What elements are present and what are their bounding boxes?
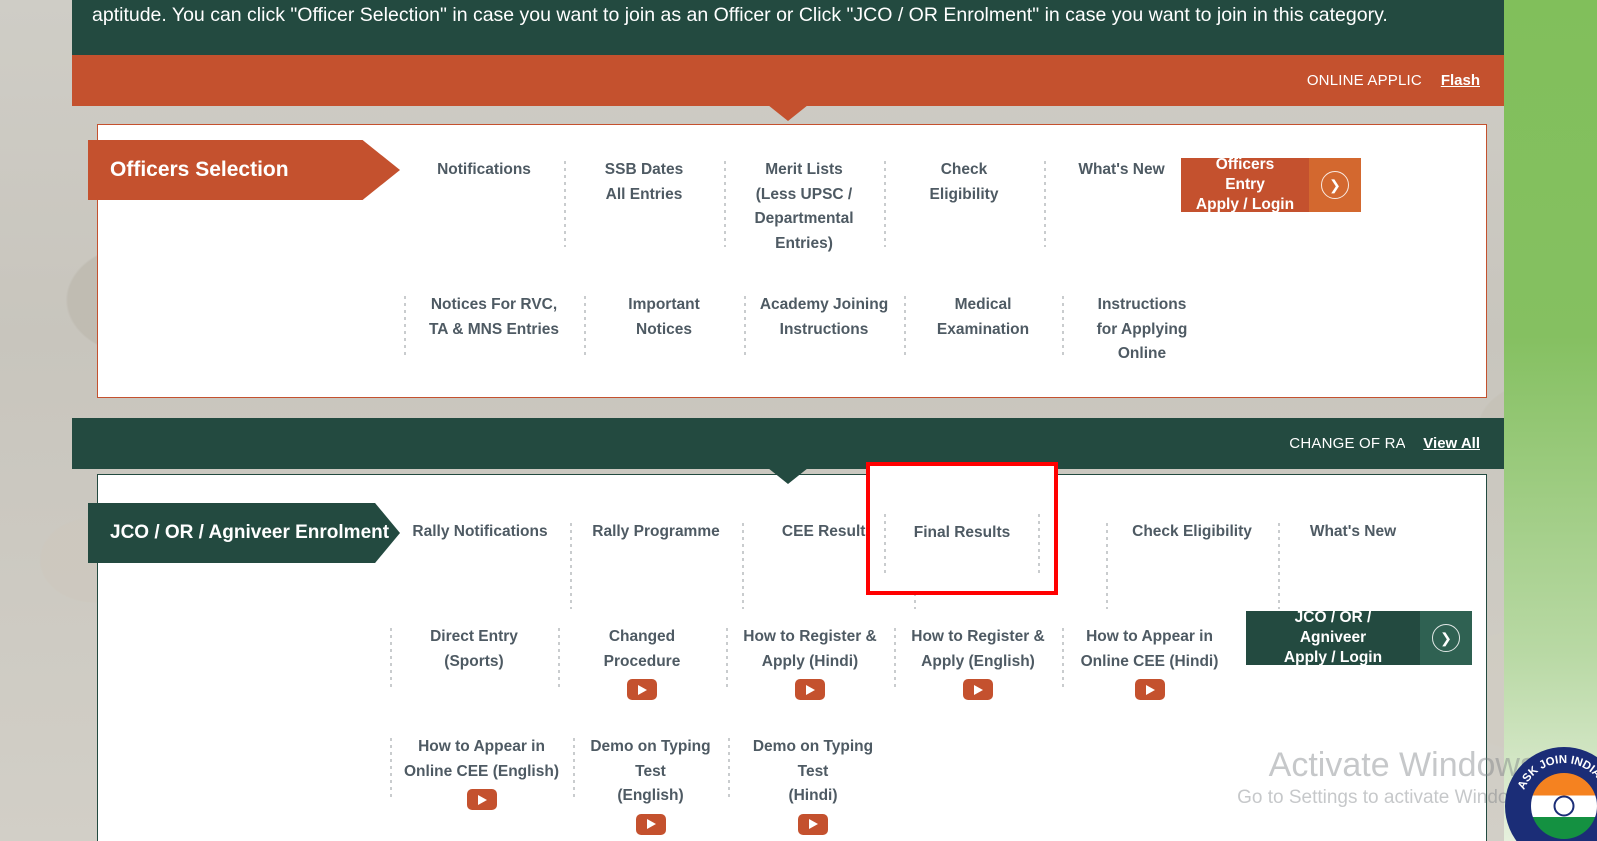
link-item-label: How to Appear in Online CEE (English): [403, 738, 559, 780]
change-of-rally-ticker-text: CHANGE OF RA: [1289, 435, 1406, 452]
link-item[interactable]: Instructions for Applying Online: [1062, 293, 1222, 367]
link-item[interactable]: What's New: [1278, 520, 1428, 609]
officers-links-row-2: Notices For RVC, TA & MNS Entries Importan…: [404, 293, 1222, 367]
right-gradient-band: [1504, 0, 1597, 841]
link-item[interactable]: SSB Dates All Entries: [564, 158, 724, 247]
link-item-label: Rally Programme: [592, 523, 720, 540]
officers-entry-arrow: ❯: [1309, 158, 1361, 212]
link-item[interactable]: What's New: [1044, 158, 1199, 247]
link-item[interactable]: Changed Procedure: [558, 625, 726, 700]
jco-enrolment-tab-label: JCO / OR / Agniveer Enrolment: [110, 522, 390, 543]
link-item[interactable]: Demo on Typing Test (English): [573, 735, 728, 835]
link-item[interactable]: How to Register & Apply (English): [894, 625, 1062, 700]
ashoka-chakra-icon: [1531, 773, 1597, 839]
link-item-label: Important Notices: [628, 296, 700, 338]
jco-links-row-3: How to Appear in Online CEE (English) Demo…: [390, 735, 898, 835]
link-item[interactable]: Rally Programme: [570, 520, 742, 609]
link-item[interactable]: Academy Joining Instructions: [744, 293, 904, 358]
link-item[interactable]: Demo on Typing Test (Hindi): [728, 735, 898, 835]
link-item-label: Direct Entry (Sports): [430, 628, 518, 670]
link-item[interactable]: Direct Entry (Sports): [390, 625, 558, 690]
play-video-icon[interactable]: [627, 679, 657, 700]
link-item-label: Check Eligibility: [1132, 523, 1252, 540]
officers-entry-apply-login-button[interactable]: Officers Entry Apply / Login ❯: [1181, 156, 1361, 213]
link-item-label: Notices For RVC, TA & MNS Entries: [428, 296, 560, 338]
jco-enrolment-tab[interactable]: JCO / OR / Agniveer Enrolment: [88, 503, 400, 563]
officers-entry-apply-login-label: Officers Entry Apply / Login: [1181, 156, 1309, 213]
link-item-label: How to Register & Apply (Hindi): [743, 628, 877, 670]
link-item-label: Check Eligibility: [929, 161, 999, 203]
jco-apply-login-label: JCO / OR / Agniveer Apply / Login: [1246, 609, 1420, 666]
link-item[interactable]: Important Notices: [584, 293, 744, 358]
link-item[interactable]: Merit Lists (Less UPSC / Departmental Entri…: [724, 158, 884, 256]
final-results-highlight-box[interactable]: Final Results: [866, 462, 1058, 595]
online-application-ticker-text: ONLINE APPLIC.: [1306, 72, 1423, 89]
link-item[interactable]: Notices For RVC, TA & MNS Entries: [404, 293, 584, 358]
link-item[interactable]: Notifications: [404, 158, 564, 220]
view-all-link[interactable]: View All: [1423, 435, 1480, 452]
link-item-label: Academy Joining Instructions: [759, 296, 889, 338]
link-item-label: How to Appear in Online CEE (Hindi): [1080, 628, 1219, 670]
notice-banner: aptitude. You can click "Officer Selecti…: [72, 0, 1504, 55]
link-item[interactable]: Check Eligibility: [884, 158, 1044, 247]
link-item[interactable]: Medical Examination: [904, 293, 1062, 358]
jco-links-row-2: Direct Entry (Sports) Changed Procedure How …: [390, 625, 1237, 700]
play-video-icon[interactable]: [1134, 679, 1165, 700]
jco-apply-arrow: ❯: [1420, 611, 1472, 665]
officers-links-row-1: Notifications SSB Dates All Entries Merit L…: [404, 158, 1199, 256]
chevron-right-circle-icon: ❯: [1321, 171, 1349, 199]
link-item-label: Demo on Typing Test (English): [590, 738, 711, 804]
ask-join-indian-army-badge[interactable]: ASK JOIN INDIAN ARMY: [1505, 747, 1597, 841]
link-item-label: Instructions for Applying Online: [1096, 296, 1188, 362]
link-item-label: Demo on Typing Test (Hindi): [752, 738, 874, 804]
link-item-label: Rally Notifications: [412, 523, 548, 540]
jco-apply-login-button[interactable]: JCO / OR / Agniveer Apply / Login ❯: [1246, 609, 1472, 666]
link-item-label: How to Register & Apply (English): [911, 628, 1045, 670]
play-video-icon[interactable]: [963, 679, 993, 700]
chevron-right-circle-icon: ❯: [1432, 624, 1460, 652]
officers-selection-tab[interactable]: Officers Selection: [88, 140, 400, 200]
officers-panel-pointer-icon: [768, 105, 808, 121]
notice-text: aptitude. You can click "Officer Selecti…: [92, 4, 1388, 26]
play-video-icon[interactable]: [635, 813, 666, 835]
change-of-rally-ticker-bar: CHANGE OF RA View All: [72, 418, 1504, 469]
link-item-label: Notifications: [437, 161, 531, 178]
link-item-label: What's New: [1078, 161, 1165, 178]
link-item[interactable]: How to Register & Apply (Hindi): [726, 625, 894, 700]
left-gradient-band: [0, 0, 72, 841]
link-item[interactable]: Check Eligibility: [1106, 520, 1278, 609]
officers-selection-tab-label: Officers Selection: [110, 158, 289, 181]
play-video-icon[interactable]: [798, 813, 828, 835]
link-item-label: Merit Lists (Less UPSC / Departmental Entri…: [754, 161, 854, 252]
page-root: aptitude. You can click "Officer Selecti…: [0, 0, 1597, 841]
link-item-label: Changed Procedure: [603, 628, 681, 670]
online-application-ticker-bar: ONLINE APPLIC. Flash: [72, 55, 1504, 106]
flash-link[interactable]: Flash: [1441, 72, 1480, 89]
link-item-label: What's New: [1309, 523, 1397, 540]
final-results-label: Final Results: [913, 524, 1011, 541]
link-item[interactable]: How to Appear in Online CEE (Hindi): [1062, 625, 1237, 700]
link-item[interactable]: Rally Notifications: [390, 520, 570, 582]
play-video-icon[interactable]: [795, 679, 825, 700]
link-item[interactable]: How to Appear in Online CEE (English): [390, 735, 573, 810]
jco-panel-pointer-icon: [768, 468, 808, 484]
link-item-label: Medical Examination: [936, 296, 1030, 338]
link-item-label: SSB Dates All Entries: [604, 161, 684, 203]
play-video-icon[interactable]: [466, 789, 497, 810]
